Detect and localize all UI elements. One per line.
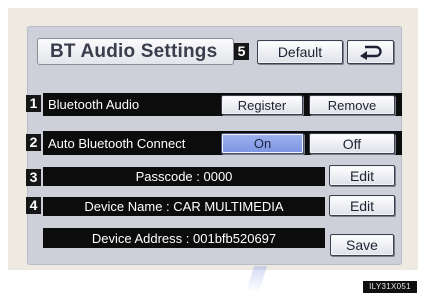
bluetooth-audio-label: Bluetooth Audio xyxy=(48,97,140,112)
auto-connect-label: Auto Bluetooth Connect xyxy=(48,135,186,151)
auto-connect-on-button[interactable]: On xyxy=(221,133,304,154)
callout-badge-2: 2 xyxy=(26,134,41,151)
callout-badge-3: 3 xyxy=(26,169,41,186)
figure-id-label: ILY31X051 xyxy=(363,281,417,293)
device-name-field: Device Name : CAR MULTIMEDIA xyxy=(43,197,325,216)
remove-button[interactable]: Remove xyxy=(309,95,395,115)
device-name-edit-button[interactable]: Edit xyxy=(329,195,395,216)
back-button[interactable] xyxy=(347,40,394,64)
device-address-field: Device Address : 001bfb520697 xyxy=(43,228,325,248)
passcode-field: Passcode : 0000 xyxy=(43,167,325,186)
callout-badge-5: 5 xyxy=(234,43,249,60)
passcode-edit-button[interactable]: Edit xyxy=(329,165,395,186)
default-button[interactable]: Default xyxy=(257,40,343,64)
callout-badge-4: 4 xyxy=(26,197,41,214)
settings-screen: BT Audio Settings 5 Default 1 Bluetooth … xyxy=(26,26,402,265)
page-title: BT Audio Settings xyxy=(37,38,234,65)
save-button[interactable]: Save xyxy=(330,234,394,256)
callout-badge-1: 1 xyxy=(26,95,41,112)
register-button[interactable]: Register xyxy=(221,95,303,115)
auto-connect-off-button[interactable]: Off xyxy=(309,133,395,154)
return-arrow-icon xyxy=(359,45,382,60)
